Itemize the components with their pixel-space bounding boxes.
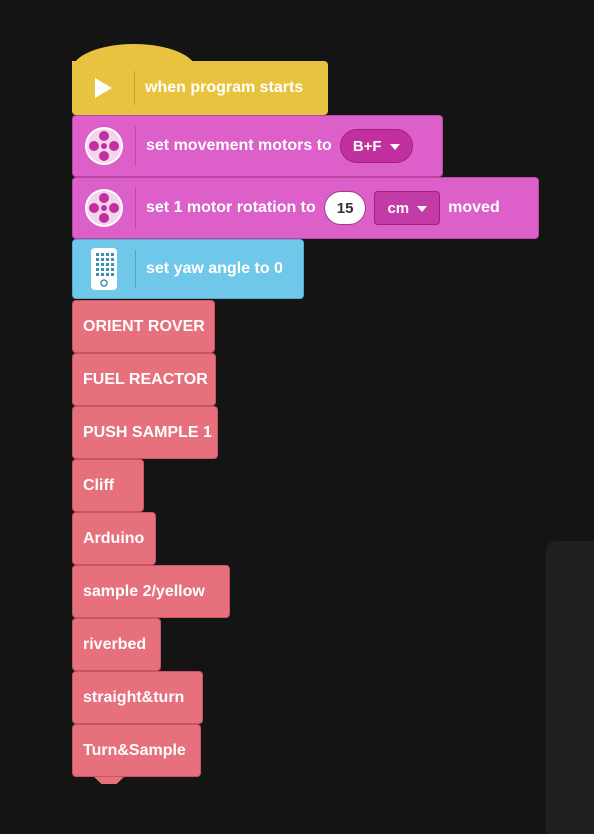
code-canvas[interactable]: when program starts set movement motors … <box>0 0 594 834</box>
my-block-straight-turn[interactable]: straight&turn <box>72 671 203 724</box>
chevron-down-icon <box>389 144 400 150</box>
set-movement-motors-block[interactable]: set movement motors to B+F <box>72 115 443 177</box>
my-block-label: FUEL REACTOR <box>83 370 208 388</box>
my-block-fuel-reactor[interactable]: FUEL REACTOR <box>72 353 216 406</box>
block-label: set yaw angle to 0 <box>146 260 283 277</box>
unit-dropdown[interactable]: cm <box>374 191 441 225</box>
block-connector-notch <box>94 777 124 784</box>
motor-icon <box>73 178 135 238</box>
chevron-down-icon <box>417 206 428 212</box>
block-label: when program starts <box>145 79 304 96</box>
my-block-arduino[interactable]: Arduino <box>72 512 156 565</box>
my-block-label: sample 2/yellow <box>83 582 205 600</box>
block-label: set movement motors to <box>146 137 332 154</box>
motor-icon <box>73 116 135 176</box>
my-block-label: Arduino <box>83 529 145 547</box>
my-block-push-sample-1[interactable]: PUSH SAMPLE 1 <box>72 406 218 459</box>
my-block-label: riverbed <box>83 635 147 653</box>
set-yaw-angle-block[interactable]: set yaw angle to 0 <box>72 239 304 299</box>
my-block-riverbed[interactable]: riverbed <box>72 618 161 671</box>
rotation-value-input[interactable]: 15 <box>323 191 367 225</box>
block-suffix: moved <box>448 199 500 216</box>
set-motor-rotation-block[interactable]: set 1 motor rotation to 15 cm moved <box>72 177 539 239</box>
dropdown-value: B+F <box>352 137 382 155</box>
hub-icon <box>73 240 135 298</box>
motor-ports-dropdown[interactable]: B+F <box>339 129 413 163</box>
my-block-orient-rover[interactable]: ORIENT ROVER <box>72 300 215 353</box>
block-label: set 1 motor rotation to <box>146 199 316 216</box>
my-block-label: PUSH SAMPLE 1 <box>83 423 212 441</box>
my-block-label: Cliff <box>83 476 115 494</box>
my-block-label: straight&turn <box>83 688 185 706</box>
my-block-label: ORIENT ROVER <box>83 317 205 335</box>
dropdown-value: cm <box>387 199 410 217</box>
my-block-sample-2-yellow[interactable]: sample 2/yellow <box>72 565 230 618</box>
my-block-turn-sample[interactable]: Turn&Sample <box>72 724 201 777</box>
play-icon <box>72 61 134 115</box>
when-program-starts-block[interactable]: when program starts <box>72 61 328 115</box>
side-panel <box>546 541 594 834</box>
my-block-cliff[interactable]: Cliff <box>72 459 144 512</box>
my-block-label: Turn&Sample <box>83 741 186 759</box>
